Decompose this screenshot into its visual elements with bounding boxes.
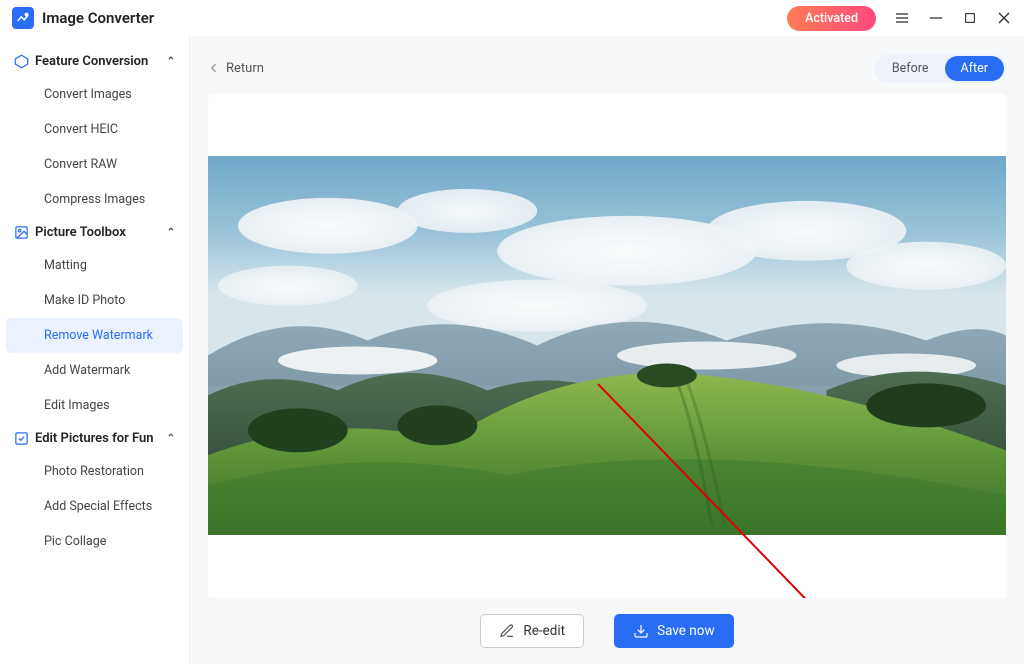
preview-image	[208, 156, 1006, 535]
sidebar-section-edit-fun[interactable]: Edit Pictures for Fun ⌃	[0, 423, 189, 454]
chevron-up-icon: ⌃	[167, 433, 175, 444]
sidebar-item-convert-heic[interactable]: Convert HEIC	[0, 112, 189, 147]
sidebar-section-picture-toolbox[interactable]: Picture Toolbox ⌃	[0, 217, 189, 248]
sidebar-item-matting[interactable]: Matting	[0, 248, 189, 283]
sidebar-item-remove-watermark[interactable]: Remove Watermark	[6, 318, 183, 353]
menu-icon[interactable]	[894, 10, 910, 26]
feature-conversion-icon	[14, 54, 29, 69]
before-tab[interactable]: Before	[876, 56, 945, 81]
sidebar-section-label: Picture Toolbox	[35, 225, 126, 240]
save-button[interactable]: Save now	[614, 614, 734, 648]
close-icon[interactable]	[996, 10, 1012, 26]
action-bar: Re-edit Save now	[208, 598, 1006, 652]
reedit-label: Re-edit	[523, 623, 565, 639]
edit-icon	[499, 623, 515, 639]
after-tab[interactable]: After	[945, 56, 1004, 81]
sidebar-section-label: Edit Pictures for Fun	[35, 431, 154, 446]
sidebar-section-label: Feature Conversion	[35, 54, 148, 69]
before-after-toggle: Before After	[874, 54, 1006, 83]
maximize-icon[interactable]	[962, 10, 978, 26]
sidebar-section-feature-conversion[interactable]: Feature Conversion ⌃	[0, 46, 189, 77]
sidebar-item-pic-collage[interactable]: Pic Collage	[0, 524, 189, 559]
return-button[interactable]: Return	[208, 61, 264, 76]
chevron-up-icon: ⌃	[167, 227, 175, 238]
return-label: Return	[226, 61, 264, 76]
chevron-up-icon: ⌃	[167, 56, 175, 67]
content-area: Return Before After	[190, 36, 1024, 664]
activated-badge[interactable]: Activated	[787, 6, 876, 31]
sidebar-item-edit-images[interactable]: Edit Images	[0, 388, 189, 423]
download-icon	[633, 623, 649, 639]
reedit-button[interactable]: Re-edit	[480, 614, 584, 648]
edit-fun-icon	[14, 431, 29, 446]
save-label: Save now	[657, 623, 715, 639]
sidebar-item-add-special-effects[interactable]: Add Special Effects	[0, 489, 189, 524]
app-title: Image Converter	[42, 9, 154, 27]
sidebar-item-photo-restoration[interactable]: Photo Restoration	[0, 454, 189, 489]
app-logo-icon	[12, 7, 34, 29]
minimize-icon[interactable]	[928, 10, 944, 26]
sidebar: Feature Conversion ⌃ Convert Images Conv…	[0, 36, 190, 664]
sidebar-item-compress-images[interactable]: Compress Images	[0, 182, 189, 217]
sidebar-item-make-id-photo[interactable]: Make ID Photo	[0, 283, 189, 318]
sidebar-item-convert-raw[interactable]: Convert RAW	[0, 147, 189, 182]
titlebar: Image Converter Activated	[0, 0, 1024, 36]
chevron-left-icon	[208, 62, 220, 74]
sidebar-item-convert-images[interactable]: Convert Images	[0, 77, 189, 112]
image-canvas	[208, 94, 1006, 598]
picture-toolbox-icon	[14, 225, 29, 240]
sidebar-item-add-watermark[interactable]: Add Watermark	[0, 353, 189, 388]
